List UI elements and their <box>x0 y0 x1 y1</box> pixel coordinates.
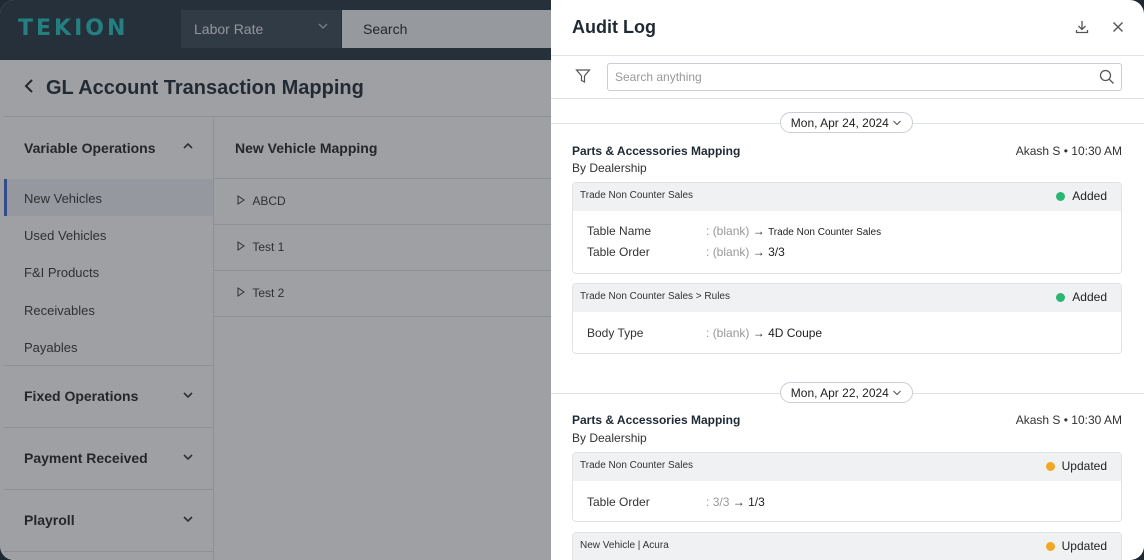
date-pill[interactable]: Mon, Apr 22, 2024 <box>780 382 913 403</box>
audit-log-body: Mon, Apr 24, 2024 Parts & Accessories Ma… <box>551 99 1144 560</box>
entry-meta: Akash S • 10:30 AM <box>1015 413 1122 427</box>
audit-card: Trade Non Counter Sales Added Table Name… <box>572 182 1122 274</box>
colon: : <box>706 495 710 509</box>
arrow: → <box>732 495 745 509</box>
status-label: Updated <box>1061 539 1107 553</box>
drawer-toolbar: Search anything <box>551 56 1144 99</box>
app-window: TEKION Labor Rate Search GL Account Tran… <box>0 0 1144 560</box>
date-label: Mon, Apr 24, 2024 <box>790 116 889 130</box>
status-dot <box>1056 293 1066 302</box>
field-label: Table Order <box>587 245 650 259</box>
entry-subtitle: By Dealership <box>572 431 647 445</box>
card-header-label: Trade Non Counter Sales <box>580 460 694 471</box>
audit-log-drawer: Audit Log Search anything Mon, Apr 24, 2… <box>551 0 1144 560</box>
status-badge: Added <box>1056 189 1107 203</box>
new-value: 4D Coupe <box>768 326 823 340</box>
field-change: : (blank) → 4D Coupe <box>706 326 822 340</box>
entry-title: Parts & Accessories Mapping <box>572 144 741 158</box>
search-placeholder: Search anything <box>615 70 702 84</box>
old-value: (blank) <box>712 224 750 238</box>
audit-search-input[interactable]: Search anything <box>607 63 1122 91</box>
audit-card: Trade Non Counter Sales > Rules Added Bo… <box>572 283 1122 354</box>
modal-backdrop[interactable] <box>0 0 551 560</box>
field-label: Table Name <box>587 224 652 238</box>
field-label: Table Order <box>587 495 650 509</box>
colon: : <box>706 245 710 259</box>
status-dot <box>1045 542 1055 551</box>
status-label: Added <box>1072 189 1107 203</box>
old-value: (blank) <box>712 245 750 259</box>
colon: : <box>706 326 710 340</box>
close-icon[interactable] <box>1110 19 1126 35</box>
new-value: 1/3 <box>748 495 765 509</box>
arrow: → <box>752 326 765 340</box>
card-header-label: Trade Non Counter Sales <box>580 190 694 201</box>
status-badge: Added <box>1056 290 1107 304</box>
new-value: 3/3 <box>768 245 785 259</box>
chevron-down-icon <box>892 386 902 400</box>
status-badge: Updated <box>1045 459 1107 473</box>
date-pill[interactable]: Mon, Apr 24, 2024 <box>780 112 913 133</box>
field-label: Body Type <box>587 326 644 340</box>
colon: : <box>706 224 710 238</box>
old-value: (blank) <box>712 326 750 340</box>
status-label: Updated <box>1061 459 1107 473</box>
status-label: Added <box>1072 290 1107 304</box>
card-header: Trade Non Counter Sales > Rules Added <box>573 284 1121 312</box>
drawer-title: Audit Log <box>572 17 656 37</box>
new-value: Trade Non Counter Sales <box>768 227 882 238</box>
download-icon[interactable] <box>1074 19 1090 35</box>
card-header: New Vehicle | Acura Updated <box>573 533 1121 560</box>
entry-subtitle: By Dealership <box>572 161 647 175</box>
entry-meta: Akash S • 10:30 AM <box>1015 144 1122 158</box>
chevron-down-icon <box>892 116 902 130</box>
field-change: : (blank) → Trade Non Counter Sales <box>706 224 881 238</box>
old-value: 3/3 <box>712 495 730 509</box>
card-header-label: Trade Non Counter Sales > Rules <box>580 291 730 302</box>
status-dot <box>1045 462 1055 471</box>
search-icon[interactable] <box>1099 69 1115 85</box>
entry-title: Parts & Accessories Mapping <box>572 413 741 427</box>
date-label: Mon, Apr 22, 2024 <box>790 386 889 400</box>
field-change: : 3/3 → 1/3 <box>706 495 765 509</box>
card-header-label: New Vehicle | Acura <box>580 540 669 551</box>
drawer-header: Audit Log <box>551 0 1144 56</box>
card-header: Trade Non Counter Sales Added <box>573 183 1121 211</box>
status-badge: Updated <box>1045 539 1107 553</box>
arrow: → <box>752 224 765 238</box>
field-change: : (blank) → 3/3 <box>706 245 785 259</box>
audit-card: Trade Non Counter Sales Updated Table Or… <box>572 452 1122 522</box>
audit-card: New Vehicle | Acura Updated <box>572 532 1122 560</box>
card-header: Trade Non Counter Sales Updated <box>573 453 1121 481</box>
arrow: → <box>752 245 765 259</box>
status-dot <box>1056 192 1066 201</box>
filter-icon[interactable] <box>575 68 591 84</box>
